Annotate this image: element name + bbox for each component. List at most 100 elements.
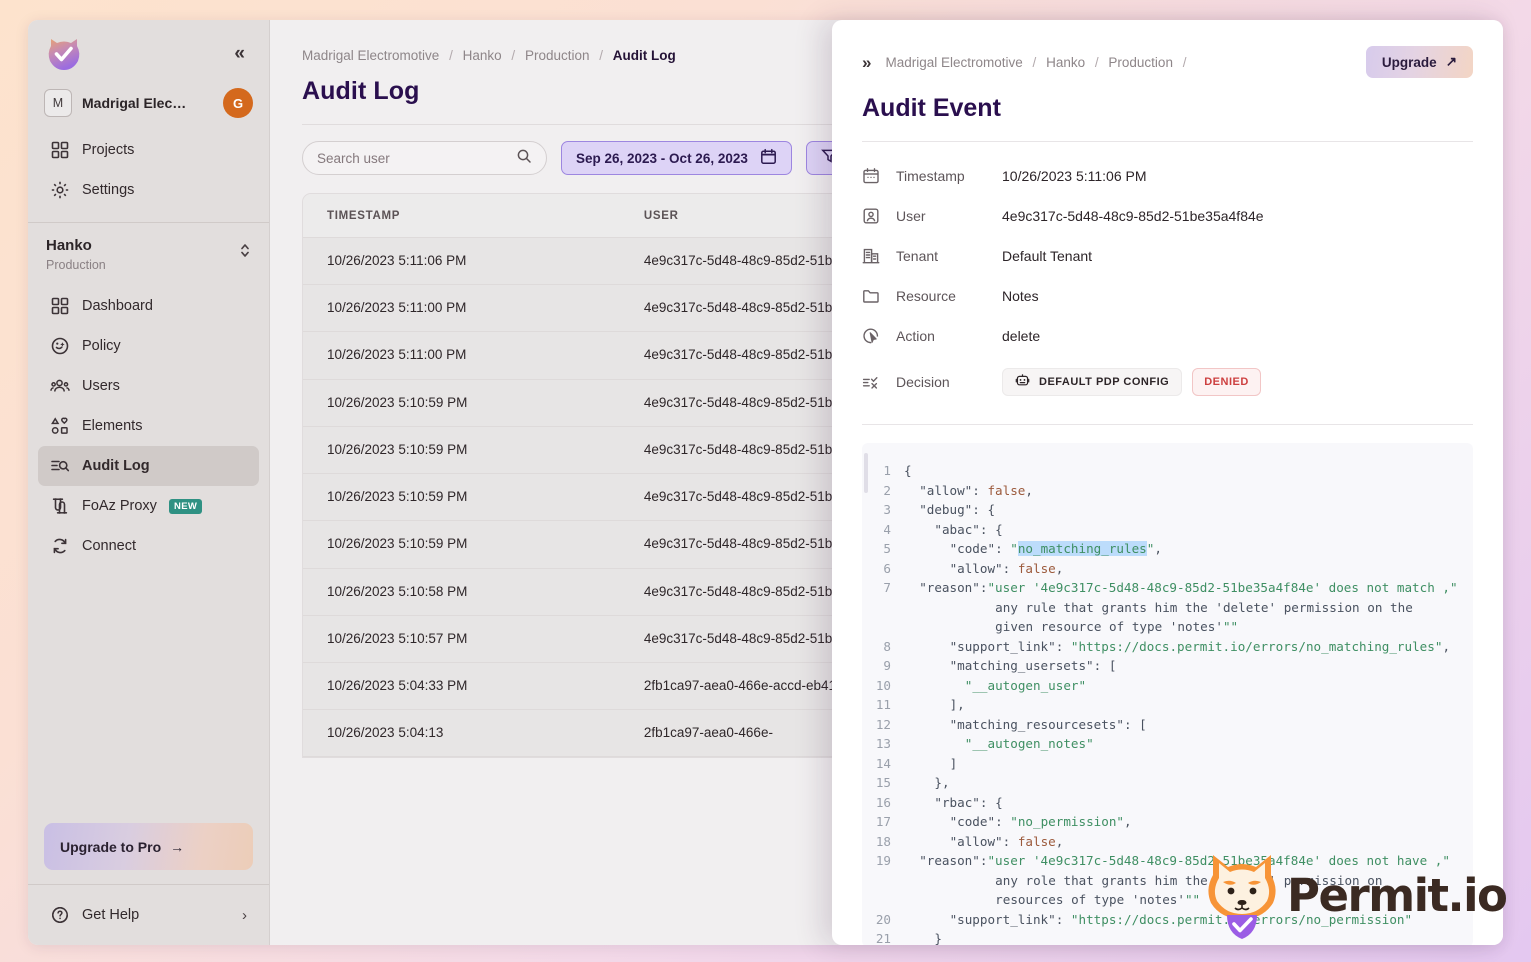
line-number: 9 bbox=[862, 656, 904, 676]
avatar[interactable]: G bbox=[223, 88, 253, 118]
code-line: resources of type 'notes'"" bbox=[862, 890, 1465, 910]
sidebar-item-settings[interactable]: Settings bbox=[38, 170, 259, 210]
code-text: any role that grants him the 'delete' pe… bbox=[904, 871, 1382, 891]
chevrons-left-icon[interactable]: « bbox=[228, 42, 251, 65]
user-icon bbox=[862, 207, 882, 225]
proxy-icon bbox=[50, 496, 70, 516]
line-number: 16 bbox=[862, 793, 904, 813]
drawer-breadcrumb-item-org[interactable]: Madrigal Electromotive bbox=[885, 55, 1022, 70]
column-header-timestamp[interactable]: TIMESTAMP bbox=[303, 194, 644, 238]
field-value: delete bbox=[1002, 328, 1040, 344]
code-line: given resource of type 'notes'"" bbox=[862, 617, 1465, 637]
question-circle-icon bbox=[50, 905, 70, 925]
get-help-button[interactable]: Get Help › bbox=[28, 885, 269, 945]
cell-timestamp: 10/26/2023 5:10:59 PM bbox=[303, 474, 644, 521]
sidebar-item-users[interactable]: Users bbox=[38, 366, 259, 406]
line-number: 17 bbox=[862, 812, 904, 832]
audit-event-json-viewer[interactable]: 1{2 "allow": false,3 "debug": {4 "abac":… bbox=[862, 443, 1473, 945]
search-icon[interactable] bbox=[516, 148, 532, 169]
search-user-field[interactable] bbox=[302, 141, 547, 175]
code-line: 2 "allow": false, bbox=[862, 481, 1465, 501]
line-number: 2 bbox=[862, 481, 904, 501]
sidebar-item-policy[interactable]: Policy bbox=[38, 326, 259, 366]
line-number: 19 bbox=[862, 851, 904, 871]
line-number: 5 bbox=[862, 539, 904, 559]
field-label: User bbox=[896, 208, 1002, 224]
code-text: resources of type 'notes'"" bbox=[904, 890, 1200, 910]
drawer-breadcrumb-item-project[interactable]: Hanko bbox=[1046, 55, 1085, 70]
line-number bbox=[862, 871, 904, 891]
code-line: 21 } bbox=[862, 929, 1465, 945]
code-line: 16 "rbac": { bbox=[862, 793, 1465, 813]
date-range-label: Sep 26, 2023 - Oct 26, 2023 bbox=[576, 151, 748, 166]
permit-cat-logo-icon[interactable] bbox=[46, 34, 82, 72]
line-number: 3 bbox=[862, 500, 904, 520]
code-line: 5 "code": "no_matching_rules", bbox=[862, 539, 1465, 559]
grid-icon bbox=[50, 140, 70, 160]
code-text: any rule that grants him the 'delete' pe… bbox=[904, 598, 1413, 618]
field-label: Tenant bbox=[896, 248, 1002, 264]
chevron-updown-icon[interactable] bbox=[239, 237, 251, 261]
search-input[interactable] bbox=[317, 151, 516, 166]
code-text: "support_link": "https://docs.permit.io/… bbox=[904, 910, 1412, 930]
line-number: 14 bbox=[862, 754, 904, 774]
upgrade-button[interactable]: Upgrade ↗ bbox=[1366, 46, 1473, 78]
project-name: Hanko bbox=[46, 237, 106, 254]
sidebar-item-projects[interactable]: Projects bbox=[38, 130, 259, 170]
code-text: "allow": false, bbox=[904, 481, 1033, 501]
code-line: 14 ] bbox=[862, 754, 1465, 774]
sidebar-item-elements[interactable]: Elements bbox=[38, 406, 259, 446]
code-text: "matching_usersets": [ bbox=[904, 656, 1116, 676]
fields-divider bbox=[862, 424, 1473, 425]
line-number: 4 bbox=[862, 520, 904, 540]
json-code-block: 1{2 "allow": false,3 "debug": {4 "abac":… bbox=[862, 461, 1465, 945]
drawer-breadcrumb-item-environment[interactable]: Production bbox=[1108, 55, 1173, 70]
breadcrumb-item-project[interactable]: Hanko bbox=[463, 48, 502, 63]
sidebar-item-audit-log[interactable]: Audit Log bbox=[38, 446, 259, 486]
org-switcher[interactable]: M Madrigal Elec… G bbox=[44, 88, 253, 118]
upgrade-to-pro-button[interactable]: Upgrade to Pro → bbox=[44, 823, 253, 870]
breadcrumb-item-org[interactable]: Madrigal Electromotive bbox=[302, 48, 439, 63]
code-text: }, bbox=[904, 773, 950, 793]
sidebar-header: « bbox=[28, 20, 269, 78]
cell-timestamp: 10/26/2023 5:10:58 PM bbox=[303, 568, 644, 615]
drawer-title: Audit Event bbox=[832, 78, 1503, 123]
code-text: "debug": { bbox=[904, 500, 995, 520]
code-scrollbar[interactable] bbox=[864, 453, 868, 493]
users-icon bbox=[50, 376, 70, 396]
org-name: Madrigal Elec… bbox=[82, 95, 213, 111]
code-text: "__autogen_notes" bbox=[904, 734, 1094, 754]
sidebar-item-connect[interactable]: Connect bbox=[38, 526, 259, 566]
get-help-label: Get Help bbox=[82, 907, 139, 923]
chevrons-right-icon[interactable]: » bbox=[862, 54, 871, 71]
pdp-config-chip[interactable]: DEFAULT PDP CONFIG bbox=[1002, 368, 1182, 396]
drawer-breadcrumb: Madrigal Electromotive / Hanko / Product… bbox=[885, 55, 1192, 70]
line-number: 8 bbox=[862, 637, 904, 657]
code-text: "reason":"user '4e9c317c-5d48-48c9-85d2-… bbox=[904, 851, 1450, 871]
sidebar-item-dashboard[interactable]: Dashboard bbox=[38, 286, 259, 326]
cursor-click-icon bbox=[862, 327, 882, 345]
code-text: given resource of type 'notes'"" bbox=[904, 617, 1238, 637]
sidebar-item-label: Dashboard bbox=[82, 298, 153, 314]
date-range-picker[interactable]: Sep 26, 2023 - Oct 26, 2023 bbox=[561, 141, 792, 175]
gear-icon bbox=[50, 180, 70, 200]
code-text: "code": "no_matching_rules", bbox=[904, 539, 1162, 559]
sidebar-item-foaz-proxy[interactable]: FoAz Proxy NEW bbox=[38, 486, 259, 526]
code-line: any role that grants him the 'delete' pe… bbox=[862, 871, 1465, 891]
breadcrumb-item-environment[interactable]: Production bbox=[525, 48, 590, 63]
breadcrumb-separator: / bbox=[1033, 55, 1037, 70]
code-line: 19 "reason":"user '4e9c317c-5d48-48c9-85… bbox=[862, 851, 1465, 871]
code-text: "support_link": "https://docs.permit.io/… bbox=[904, 637, 1450, 657]
sidebar-item-label: FoAz Proxy bbox=[82, 498, 157, 514]
field-action: Action delete bbox=[862, 316, 1473, 356]
sidebar-spacer bbox=[28, 570, 269, 823]
breadcrumb-item-current: Audit Log bbox=[613, 48, 676, 63]
code-text: "abac": { bbox=[904, 520, 1003, 540]
environment-switcher[interactable]: Hanko Production bbox=[28, 223, 269, 278]
breadcrumb-separator: / bbox=[599, 48, 603, 63]
code-text: } bbox=[904, 929, 942, 945]
connect-icon bbox=[50, 536, 70, 556]
line-number: 11 bbox=[862, 695, 904, 715]
policy-icon bbox=[50, 336, 70, 356]
code-line: 3 "debug": { bbox=[862, 500, 1465, 520]
